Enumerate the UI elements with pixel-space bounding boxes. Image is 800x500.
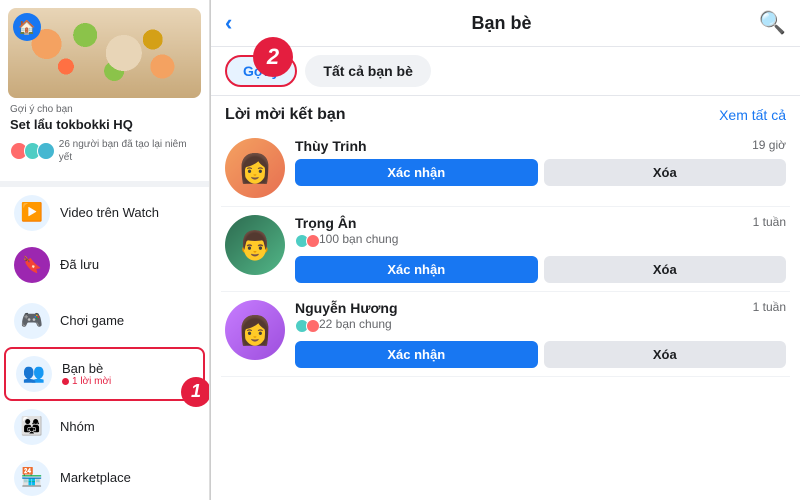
suggestion-label: Gợi ý cho bạn [10, 104, 199, 115]
friend-actions-2: Xác nhận Xóa [295, 256, 786, 283]
friends-badge: 1 lời mời [62, 376, 193, 387]
marketplace-label: Marketplace [60, 470, 195, 485]
requests-list: 👩 Thùy Trinh 19 giờ Xác nhận Xóa 👨 [211, 130, 800, 500]
avatar-3 [37, 142, 55, 160]
friend-request-2: 👨 Trọng Ân 100 bạn chung 1 t [221, 207, 790, 292]
marketplace-icon: 🏪 [14, 460, 50, 496]
avatar-nguyenhuong: 👩 [225, 300, 285, 360]
friend-row-top-3: Nguyễn Hương 22 bạn chung 1 tuần [295, 300, 786, 337]
groups-label: Nhóm [60, 419, 195, 434]
friend-time-1: 19 giờ [752, 138, 786, 155]
feed-info: Gợi ý cho bạn Set lẩu tokbokki HQ 26 ngư… [8, 98, 201, 173]
friends-badge-text: 1 lời mời [72, 376, 111, 387]
mutual-avatars-2 [295, 234, 317, 248]
delete-button-1[interactable]: Xóa [544, 159, 787, 186]
mutual-avatars-3 [295, 319, 317, 333]
saved-icon: 🔖 [14, 247, 50, 283]
confirm-button-3[interactable]: Xác nhận [295, 341, 538, 368]
menu-item-game[interactable]: 🎮 Chơi game [4, 296, 205, 346]
friend-name-2: Trọng Ân [295, 215, 753, 231]
person-icon-3: 👩 [225, 300, 285, 360]
right-panel: ‹ Bạn bè 🔍 Gợi ý Tất cả bạn bè 2 Lời mời… [211, 0, 800, 500]
delete-button-2[interactable]: Xóa [544, 256, 787, 283]
friend-info-1: Thùy Trinh 19 giờ Xác nhận Xóa [295, 138, 786, 186]
groups-icon: 👨‍👩‍👧 [14, 409, 50, 445]
badge-dot [62, 378, 69, 385]
friend-row-top-1: Thùy Trinh 19 giờ [295, 138, 786, 155]
food-title: Set lẩu tokbokki HQ [10, 117, 199, 134]
friend-name-block-1: Thùy Trinh [295, 138, 752, 155]
person-icon-2: 👨 [225, 215, 285, 275]
mutual-text-3: 22 bạn chung [319, 317, 392, 331]
mutual-info-2: 100 bạn chung [295, 232, 753, 252]
video-label: Video trên Watch [60, 205, 159, 220]
confirm-button-1[interactable]: Xác nhận [295, 159, 538, 186]
invites-section-header: Lời mời kết bạn Xem tất cả [211, 96, 800, 130]
friend-request-3: 👩 Nguyễn Hương 22 bạn chung [221, 292, 790, 377]
person-icon-1: 👩 [225, 138, 285, 198]
friend-info-3: Nguyễn Hương 22 bạn chung 1 tuần Xác nhậ… [295, 300, 786, 368]
friend-name-1: Thùy Trinh [295, 138, 752, 154]
friend-request-1: 👩 Thùy Trinh 19 giờ Xác nhận Xóa [221, 130, 790, 207]
friend-row-top-2: Trọng Ân 100 bạn chung 1 tuần [295, 215, 786, 252]
page-title: Bạn bè [244, 13, 758, 34]
friends-text: 26 người bạn đã tạo lại niêm yết [59, 138, 199, 164]
friends-label: Bạn bè [62, 361, 193, 376]
friend-info-2: Trọng Ân 100 bạn chung 1 tuần Xác nhận [295, 215, 786, 283]
mutual-info-3: 22 bạn chung [295, 317, 753, 337]
mutual-av-2 [306, 234, 320, 248]
friend-time-3: 1 tuần [753, 300, 786, 337]
avatars-row: 26 người bạn đã tạo lại niêm yết [10, 138, 199, 164]
feed-card: 🏠 Gợi ý cho bạn Set lẩu tokbokki HQ 26 n… [0, 0, 209, 187]
saved-menu-item[interactable]: 🔖 Đã lưu [4, 240, 205, 290]
game-text: Chơi game [60, 313, 195, 328]
video-menu-item[interactable]: ▶️ Video trên Watch [4, 188, 205, 238]
left-panel: 🏠 Gợi ý cho bạn Set lẩu tokbokki HQ 26 n… [0, 0, 210, 500]
saved-label: Đã lưu [60, 257, 99, 272]
menu-item-marketplace[interactable]: 🏪 Marketplace [4, 453, 205, 500]
friends-text-block: Bạn bè 1 lời mời [62, 361, 193, 387]
mutual-text-2: 100 bạn chung [319, 232, 398, 246]
menu-item-groups[interactable]: 👨‍👩‍👧 Nhóm [4, 402, 205, 452]
marketplace-text: Marketplace [60, 470, 195, 485]
avatar-thuytrinh: 👩 [225, 138, 285, 198]
friend-actions-3: Xác nhận Xóa [295, 341, 786, 368]
confirm-button-2[interactable]: Xác nhận [295, 256, 538, 283]
friend-name-block-2: Trọng Ân 100 bạn chung [295, 215, 753, 252]
friend-name-3: Nguyễn Hương [295, 300, 753, 316]
tab-all-friends[interactable]: Tất cả bạn bè [305, 55, 430, 87]
food-image: 🏠 [8, 8, 201, 98]
mutual-av-4 [306, 319, 320, 333]
tabs-row: Gợi ý Tất cả bạn bè 2 [211, 47, 800, 96]
back-button[interactable]: ‹ [225, 10, 232, 36]
friend-name-block-3: Nguyễn Hương 22 bạn chung [295, 300, 753, 337]
friend-time-2: 1 tuần [753, 215, 786, 252]
step2-badge: 2 [253, 37, 293, 77]
delete-button-3[interactable]: Xóa [544, 341, 787, 368]
invites-title: Lời mời kết bạn [225, 106, 346, 124]
video-icon: ▶️ [14, 195, 50, 231]
home-icon: 🏠 [13, 13, 41, 41]
see-all-link[interactable]: Xem tất cả [719, 107, 786, 123]
groups-text: Nhóm [60, 419, 195, 434]
avatar-trongan: 👨 [225, 215, 285, 275]
friend-actions-1: Xác nhận Xóa [295, 159, 786, 186]
game-icon: 🎮 [14, 303, 50, 339]
game-label: Chơi game [60, 313, 195, 328]
menu-section: 🎮 Chơi game 👥 Bạn bè 1 lời mời 1 👨‍👩‍👧 N… [0, 291, 209, 500]
search-button[interactable]: 🔍 [759, 10, 786, 36]
friends-icon: 👥 [16, 356, 52, 392]
friends-header: ‹ Bạn bè 🔍 [211, 0, 800, 47]
menu-item-friends[interactable]: 👥 Bạn bè 1 lời mời 1 [4, 347, 205, 401]
